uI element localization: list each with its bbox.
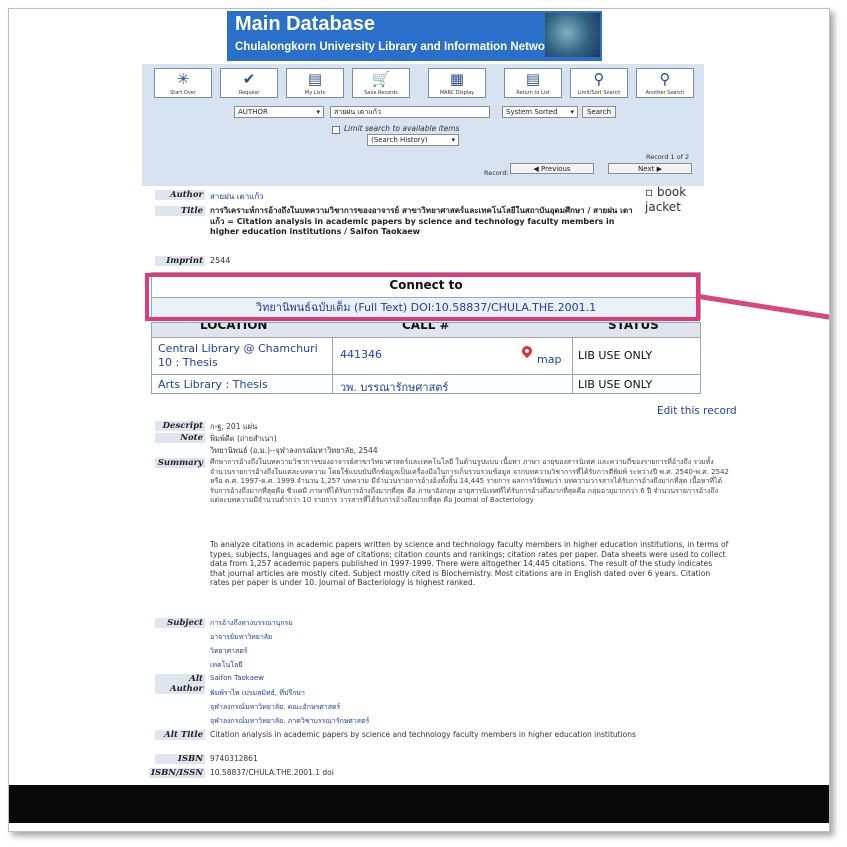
book-jacket-image: ▫ book jacket (645, 185, 687, 214)
imprint-value: 2544 (210, 256, 231, 265)
descript-value: ก-ฐ, 201 แผ่น (210, 422, 258, 431)
list-icon: ▤ (525, 70, 541, 88)
title-value: การวิเคราะห์การอ้างถึงในบทความวิชาการของ… (210, 206, 633, 236)
search-icon: ⚲ (593, 70, 605, 88)
location-link[interactable]: Arts Library : Thesis (158, 378, 268, 395)
alt-author-label: Alt Author (155, 674, 205, 694)
sort-select[interactable]: System Sorted ▾ (502, 106, 578, 118)
limit-sort-search-button[interactable]: ⚲ Limit/Sort Search (570, 68, 628, 98)
record-label: Record: (484, 169, 509, 177)
pointer-arrow (698, 294, 829, 323)
my-lists-button[interactable]: ▤ My Lists (286, 68, 344, 98)
alt-author-link[interactable]: จุฬาลงกรณ์มหาวิทยาลัย. ภาควิชาบรรณารักษศ… (210, 716, 369, 727)
search-button[interactable]: Search (582, 106, 616, 118)
return-to-list-button[interactable]: ▤ Return to List (504, 68, 562, 98)
banner-title: Main Database (235, 13, 376, 35)
alt-author-link[interactable]: Saifon Taokaew (210, 674, 264, 682)
list-icon: ▤ (307, 70, 323, 88)
subject-link[interactable]: เทคโนโลยี (210, 660, 242, 671)
save-records-button[interactable]: 🛒 Save Records (352, 68, 410, 98)
limit-available-checkbox[interactable] (332, 126, 340, 134)
isbn-issn-label: ISBN/ISSN (149, 768, 205, 778)
arrow-right-icon: ▶ (654, 165, 662, 173)
note-value: พิมพ์ดีด (ถ่ายสำเนา) (210, 434, 277, 443)
search-history-select[interactable]: (Search History) ▾ (367, 134, 459, 146)
alt-title-value: Citation analysis in academic papers by … (210, 730, 636, 739)
column-divider (332, 337, 333, 393)
call-number-link[interactable]: วพ. บรรณารักษศาสตร์ (340, 378, 448, 395)
another-search-button[interactable]: ⚲ Another Search (636, 68, 694, 98)
search-icon: ⚲ (659, 70, 671, 88)
holdings-table: LOCATION CALL # STATUS Central Library @… (151, 322, 701, 394)
next-record-button[interactable]: Next ▶ (608, 163, 692, 174)
table-row: Arts Library : Thesis วพ. บรรณารักษศาสตร… (152, 374, 700, 395)
alt-author-link[interactable]: พิมพ์ราไพ เปรมสมิทธ์, ที่ปรึกษา (210, 688, 305, 699)
cart-icon: 🛒 (371, 70, 391, 88)
subject-label: Subject (155, 618, 205, 628)
browser-frame: Main Database Chulalongkorn University L… (8, 8, 830, 832)
chevron-down-icon: ▾ (451, 136, 455, 144)
start-over-button[interactable]: ✳ Start Over (154, 68, 212, 98)
title-label: Title (155, 206, 205, 216)
holdings-header: LOCATION CALL # STATUS (152, 323, 700, 337)
banner-image (545, 13, 600, 57)
isbn-issn-value: 10.58837/CHULA.THE.2001.1 doi (210, 768, 334, 777)
subject-link[interactable]: วิทยาศาสตร์ (210, 646, 248, 657)
note-label: Note (155, 433, 205, 443)
status-value: LIB USE ONLY (578, 378, 653, 391)
search-panel: ✳ Start Over ✔ Request ▤ My Lists 🛒 Save Rec… (142, 64, 704, 186)
chevron-down-icon: ▾ (570, 108, 574, 116)
banner-subtitle: Chulalongkorn University Library and Inf… (235, 41, 556, 53)
check-icon: ✔ (242, 70, 256, 88)
summary-english: To analyze citations in academic papers … (210, 540, 729, 588)
marc-display-button[interactable]: ▦ MARC Display (428, 68, 486, 98)
author-label: Author (155, 190, 205, 200)
imprint-label: Imprint (155, 256, 205, 266)
search-input[interactable]: สายฝน เตาแก้ว (330, 106, 490, 118)
arrow-left-icon: ◀ (533, 165, 541, 173)
isbn-value: 9740312861 (210, 754, 258, 763)
highlight-box (145, 273, 700, 321)
column-divider (572, 337, 573, 393)
status-value: LIB USE ONLY (578, 349, 653, 362)
grid-icon: ▦ (449, 70, 465, 88)
edit-record-link[interactable]: Edit this record (657, 405, 737, 417)
subject-link[interactable]: อาจารย์มหาวิทยาลัย (210, 632, 272, 643)
alt-author-link[interactable]: จุฬาลงกรณ์มหาวิทยาลัย. คณะอักษรศาสตร์ (210, 702, 340, 713)
banner: Main Database Chulalongkorn University L… (227, 11, 602, 61)
note-value: วิทยานิพนธ์ (อ.ม.)--จุฬาลงกรณ์มหาวิทยาลั… (210, 446, 378, 455)
limit-available-label: Limit search to available items (344, 124, 460, 133)
bottom-black-bar (9, 785, 829, 823)
broken-image-icon: ▫ (645, 185, 654, 199)
descript-label: Descript (155, 421, 205, 431)
chevron-down-icon: ▾ (316, 108, 320, 116)
start-over-icon: ✳ (176, 70, 190, 88)
record-count: Record 1 of 2 (646, 153, 690, 161)
subject-link[interactable]: การอ้างถึงทางบรรณานุกรม (210, 618, 293, 629)
summary-label: Summary (155, 458, 205, 468)
request-button[interactable]: ✔ Request (220, 68, 278, 98)
isbn-label: ISBN (155, 754, 205, 764)
previous-record-button[interactable]: ◀ Previous (510, 163, 594, 174)
map-link[interactable]: map (537, 353, 561, 366)
alt-title-label: Alt Title (155, 730, 205, 740)
location-link[interactable]: Central Library @ Chamchuri 10 : Thesis (158, 342, 328, 374)
search-type-select[interactable]: AUTHOR ▾ (234, 106, 324, 118)
summary-thai: ศึกษาการอ้างถึงในบทความวิชาการของอาจารย์… (210, 458, 729, 505)
author-value[interactable]: สายฝน เตาแก้ว (210, 190, 264, 203)
table-row: Central Library @ Chamchuri 10 : Thesis … (152, 337, 700, 374)
call-number-link[interactable]: 441346 (340, 348, 382, 374)
